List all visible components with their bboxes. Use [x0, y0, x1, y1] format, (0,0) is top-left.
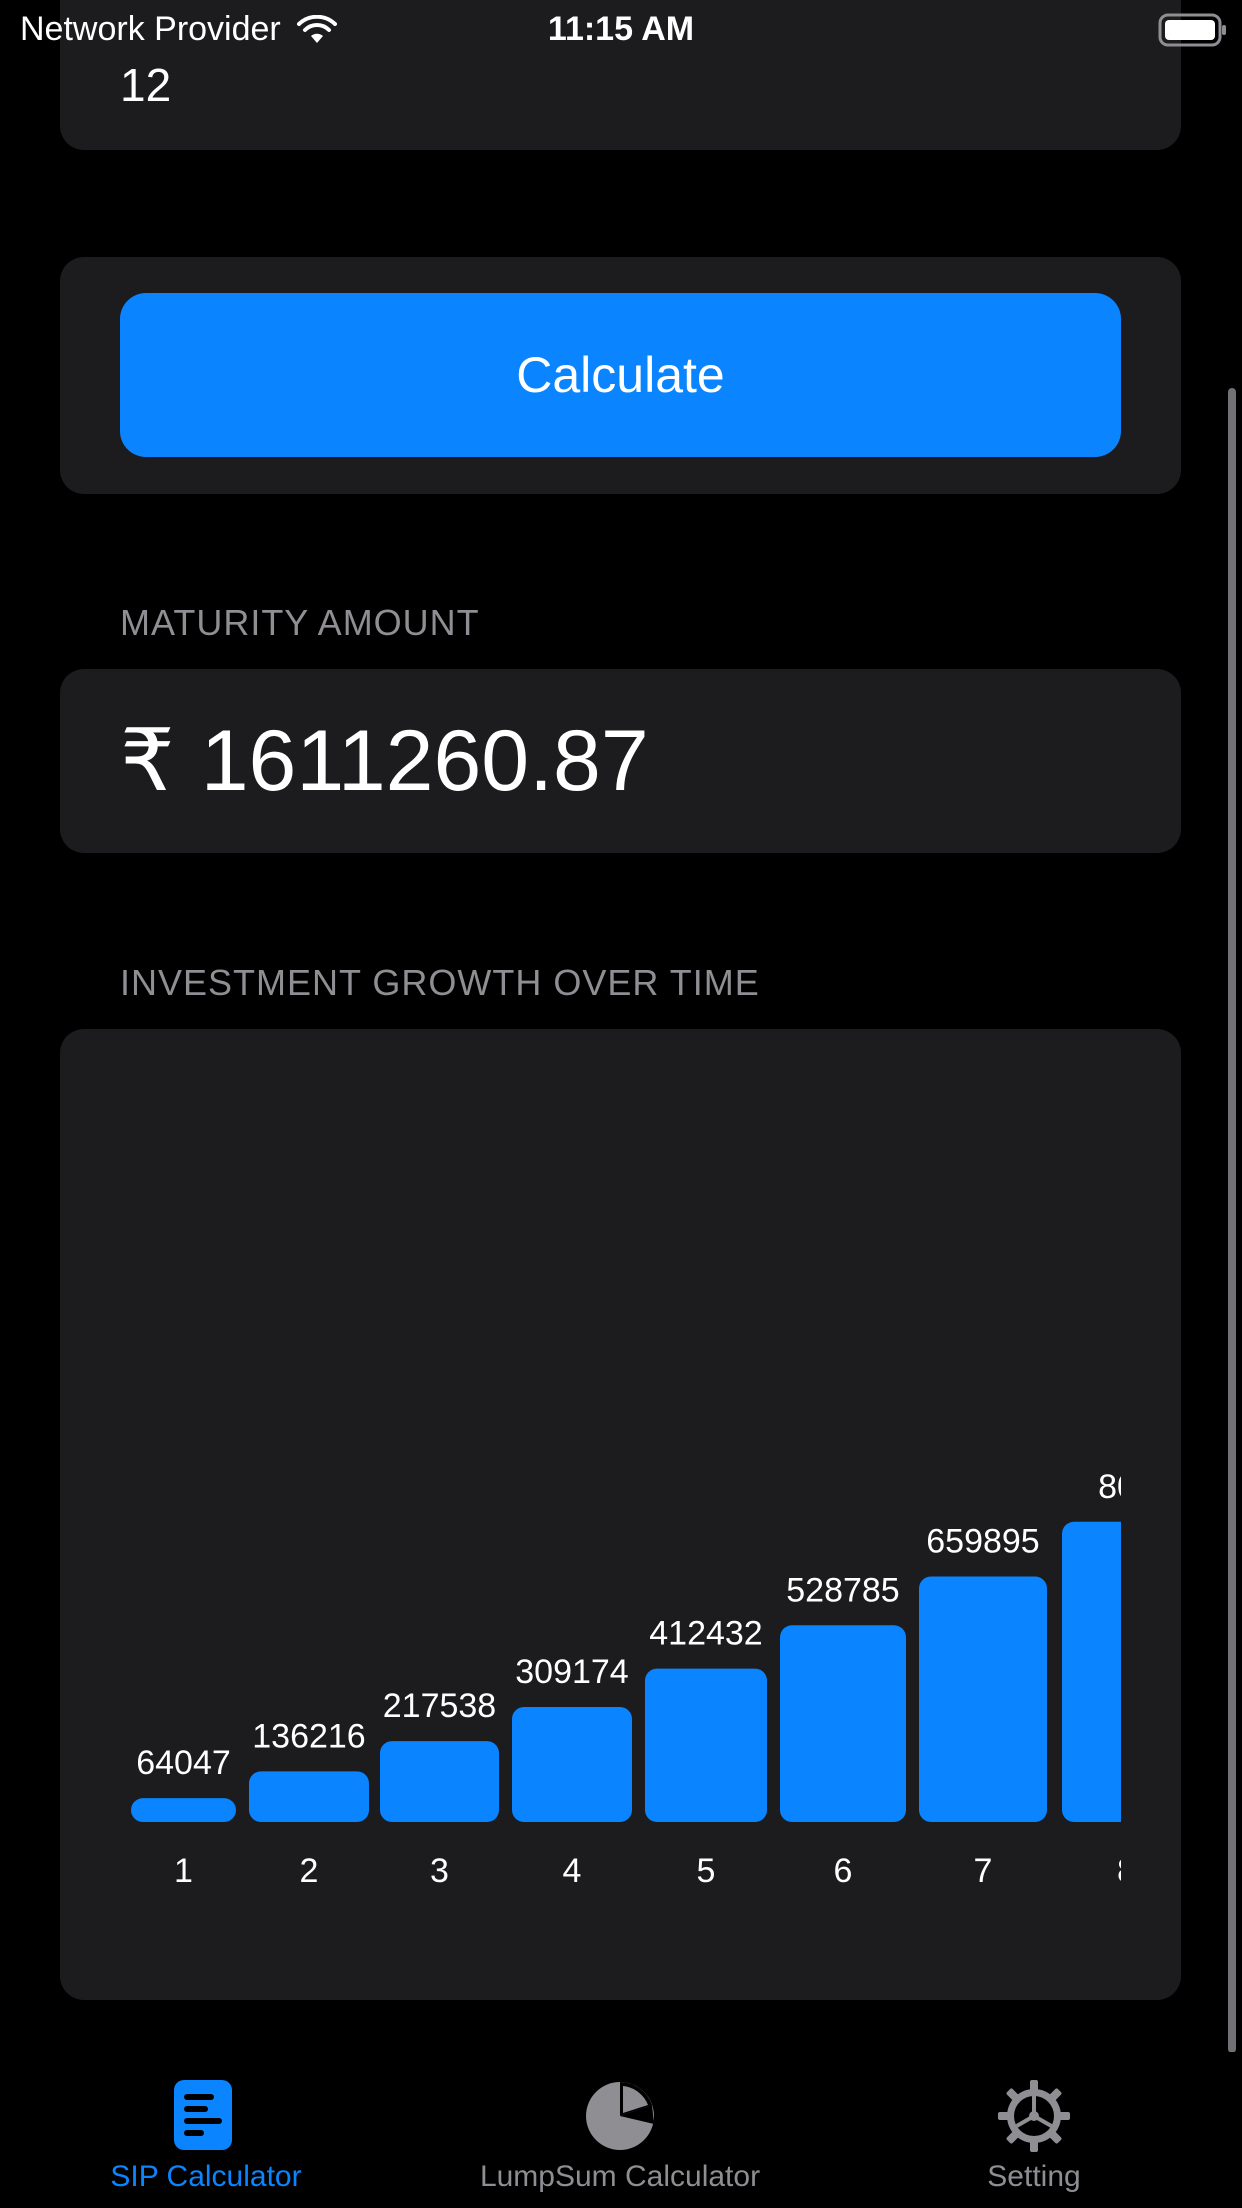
tab-sip-label: SIP Calculator	[110, 2160, 302, 2193]
pie-chart-icon	[586, 2082, 654, 2150]
chart-category-label: 7	[974, 1852, 993, 1890]
chart-bar	[645, 1668, 767, 1822]
chart-bar	[919, 1576, 1047, 1822]
maturity-amount: 1611260.87	[200, 712, 649, 809]
tab-bar: SIP Calculator LumpSum Calculator Settin…	[0, 2052, 1242, 2208]
tab-lumpsum-label: LumpSum Calculator	[479, 2160, 761, 2193]
chart-category-label: 5	[697, 1852, 716, 1890]
growth-chart: 64047 1 136216 2 217538 3 309174 4 412432 5 528785…	[131, 1468, 1155, 1890]
maturity-card: ₹ 1611260.87	[60, 669, 1181, 853]
calculate-card: Calculate	[60, 257, 1181, 494]
chart-bar	[512, 1706, 632, 1822]
battery-icon	[1158, 13, 1226, 47]
chart-value-label: 807	[1098, 1468, 1155, 1506]
chart-category-label: 3	[430, 1852, 449, 1890]
growth-chart-card: 64047 1 136216 2 217538 3 309174 4 412432 5 528785…	[60, 1029, 1181, 2000]
scroll-indicator[interactable]	[1228, 388, 1236, 2053]
growth-header: INVESTMENT GROWTH OVER TIME	[120, 962, 760, 1003]
status-time: 11:15 AM	[547, 10, 695, 48]
maturity-value: ₹ 1611260.87	[120, 711, 649, 811]
chart-bar	[131, 1798, 236, 1822]
calculate-button[interactable]: Calculate	[120, 293, 1121, 457]
chart-value-label: 309174	[515, 1653, 628, 1691]
chart-value-label: 136216	[252, 1717, 365, 1755]
maturity-header: MATURITY AMOUNT	[120, 602, 480, 643]
chart-bar	[380, 1741, 499, 1822]
tab-sip-calculator[interactable]: SIP Calculator	[76, 2052, 336, 2208]
chart-category-label: 8	[1117, 1852, 1136, 1890]
tab-setting[interactable]: Setting	[944, 2052, 1124, 2208]
chart-value-label: 412432	[649, 1615, 762, 1653]
top-field-value[interactable]: 12	[120, 58, 171, 112]
sip-chart-icon	[174, 2080, 232, 2150]
chart-bar	[1062, 1521, 1121, 1822]
tab-setting-label: Setting	[987, 2160, 1081, 2193]
gear-icon	[998, 2080, 1070, 2152]
chart-value-label: 64047	[136, 1744, 231, 1782]
chart-category-label: 6	[834, 1852, 853, 1890]
chart-category-label: 1	[174, 1852, 193, 1890]
tab-lumpsum-calculator[interactable]: LumpSum Calculator	[455, 2052, 785, 2208]
chart-bar	[780, 1625, 906, 1822]
chart-bar	[249, 1771, 369, 1822]
chart-value-label: 528785	[786, 1571, 899, 1609]
status-bar: Network Provider 11:15 AM	[0, 0, 1242, 60]
currency-symbol: ₹	[120, 713, 175, 809]
chart-category-label: 4	[563, 1852, 582, 1890]
chart-value-label: 659895	[926, 1523, 1039, 1561]
chart-value-label: 217538	[383, 1687, 496, 1725]
chart-category-label: 2	[300, 1852, 319, 1890]
